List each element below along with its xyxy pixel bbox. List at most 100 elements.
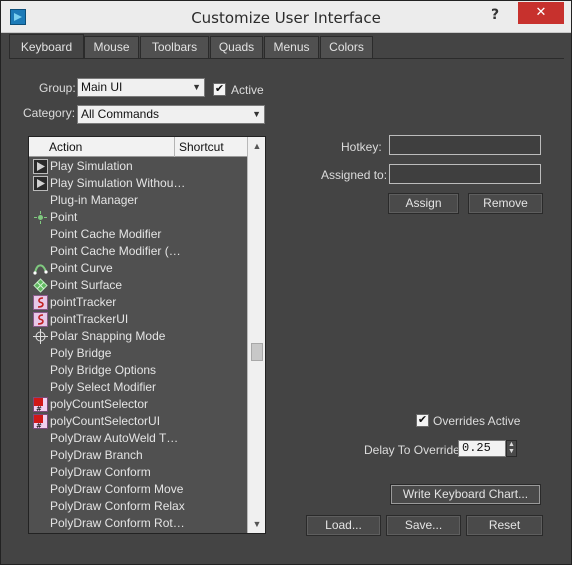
polycount-icon: # [33,414,48,430]
list-item[interactable]: pointTracker [29,294,247,311]
list-item-label: polyCountSelector [50,397,149,411]
list-item-label: Play Simulation [50,159,133,173]
list-item-label: Plug-in Manager [50,193,139,207]
column-divider[interactable] [174,137,175,157]
chevron-down-icon: ▼ [192,82,201,92]
list-item-label: pointTrackerUI [50,312,129,326]
category-select[interactable]: All Commands ▼ [77,105,265,124]
hotkey-input[interactable] [389,135,541,155]
assign-button[interactable]: Assign [388,193,459,214]
list-item[interactable]: Poly Bridge [29,345,247,362]
overrides-active-label: Overrides Active [433,414,521,428]
action-rows: Play Simulation Play Simulation Withou… Pl… [29,158,247,532]
list-item-label: Play Simulation Withou… [50,176,186,190]
list-item[interactable]: Point Cache Modifier [29,226,247,243]
polycount-icon: # [33,397,48,413]
list-item[interactable]: PolyDraw AutoWeld T… [29,430,247,447]
crosshair-icon [33,329,48,344]
list-item-label: Poly Select Modifier [50,380,157,394]
active-label: Active [231,83,264,97]
write-keyboard-chart-button[interactable]: Write Keyboard Chart... [390,484,541,505]
list-item[interactable]: PolyDraw Conform [29,464,247,481]
delay-spinner-input[interactable]: 0.25 [458,440,506,457]
category-select-value: All Commands [81,107,160,121]
script-icon [33,295,48,310]
list-header: Action Shortcut [29,137,247,157]
list-item-label: Polar Snapping Mode [50,329,166,343]
list-item[interactable]: Point [29,209,247,226]
list-item[interactable]: Plug-in Manager [29,192,247,209]
point-icon [33,210,48,225]
group-select[interactable]: Main UI ▼ [77,78,205,97]
remove-button[interactable]: Remove [468,193,543,214]
list-item[interactable]: Point Cache Modifier (… [29,243,247,260]
list-item[interactable]: PolyDraw Conform Move [29,481,247,498]
scroll-up-icon[interactable]: ▲ [248,137,265,155]
svg-text:#: # [36,422,42,429]
play-icon [33,159,48,174]
list-item[interactable]: Poly Select Modifier [29,379,247,396]
scroll-down-icon[interactable]: ▼ [248,515,265,533]
tab-panel-border [9,58,564,59]
list-item-label: Point Curve [50,261,113,275]
tab-menus[interactable]: Menus [264,36,319,58]
column-header-shortcut[interactable]: Shortcut [179,140,224,154]
customize-ui-dialog: Customize User Interface ? ✕ Keyboard Mo… [0,0,572,565]
list-item-label: Poly Bridge Options [50,363,157,377]
reset-button[interactable]: Reset [466,515,543,536]
list-item[interactable]: Point Curve [29,260,247,277]
list-item-label: PolyDraw Conform Relax [50,499,185,513]
list-item-label: PolyDraw Conform Rot… [50,516,185,530]
surface-icon [33,278,48,293]
list-item-label: Poly Bridge [50,346,112,360]
list-item[interactable]: # polyCountSelectorUI [29,413,247,430]
list-item[interactable]: PolyDraw Conform Relax [29,498,247,515]
group-select-value: Main UI [81,80,123,94]
list-item[interactable]: Polar Snapping Mode [29,328,247,345]
list-scrollbar[interactable]: ▲ ▼ [247,137,265,533]
svg-text:#: # [36,405,42,412]
list-item[interactable]: Point Surface [29,277,247,294]
column-header-action[interactable]: Action [49,140,82,154]
list-item-label: Point [50,210,78,224]
load-button[interactable]: Load... [306,515,381,536]
list-item-label: Point Cache Modifier [50,227,162,241]
tab-toolbars[interactable]: Toolbars [140,36,209,58]
active-checkbox[interactable]: ✔ [213,83,226,96]
list-item[interactable]: # polyCountSelector [29,396,247,413]
list-item-label: Point Cache Modifier (… [50,244,181,258]
hotkey-label: Hotkey: [341,140,382,154]
list-item-label: pointTracker [50,295,117,309]
window-title: Customize User Interface [191,9,381,27]
tab-colors[interactable]: Colors [320,36,373,58]
curve-icon [33,261,48,276]
script-icon [33,312,48,327]
list-item[interactable]: PolyDraw Branch [29,447,247,464]
action-list[interactable]: Action Shortcut Play Simulation Play Simu… [28,136,266,534]
category-label: Category: [23,106,76,120]
title-bar[interactable]: Customize User Interface ? ✕ [1,1,571,33]
close-button[interactable]: ✕ [518,2,564,24]
list-item-label: PolyDraw Branch [50,448,143,462]
overrides-active-checkbox[interactable]: ✔ [416,414,429,427]
list-item[interactable]: Poly Bridge Options [29,362,247,379]
delay-spinner-arrows[interactable]: ▲ ▼ [506,440,517,457]
list-item-label: PolyDraw Conform [50,465,151,479]
play-icon [33,176,48,191]
chevron-down-icon: ▼ [252,109,261,119]
save-button[interactable]: Save... [386,515,461,536]
scrollbar-thumb[interactable] [251,343,263,362]
list-item[interactable]: pointTrackerUI [29,311,247,328]
assigned-to-label: Assigned to: [321,168,388,182]
list-item-label: PolyDraw Conform Move [50,482,184,496]
delay-label: Delay To Override: [364,443,464,457]
list-item-label: polyCountSelectorUI [50,414,161,428]
tab-quads[interactable]: Quads [210,36,263,58]
tab-mouse[interactable]: Mouse [84,36,139,58]
tab-keyboard[interactable]: Keyboard [9,34,84,58]
list-item[interactable]: PolyDraw Conform Rot… [29,515,247,532]
list-item[interactable]: Play Simulation Withou… [29,175,247,192]
help-button[interactable]: ? [491,7,499,23]
list-item[interactable]: Play Simulation [29,158,247,175]
list-item-label: PolyDraw AutoWeld T… [50,431,179,445]
